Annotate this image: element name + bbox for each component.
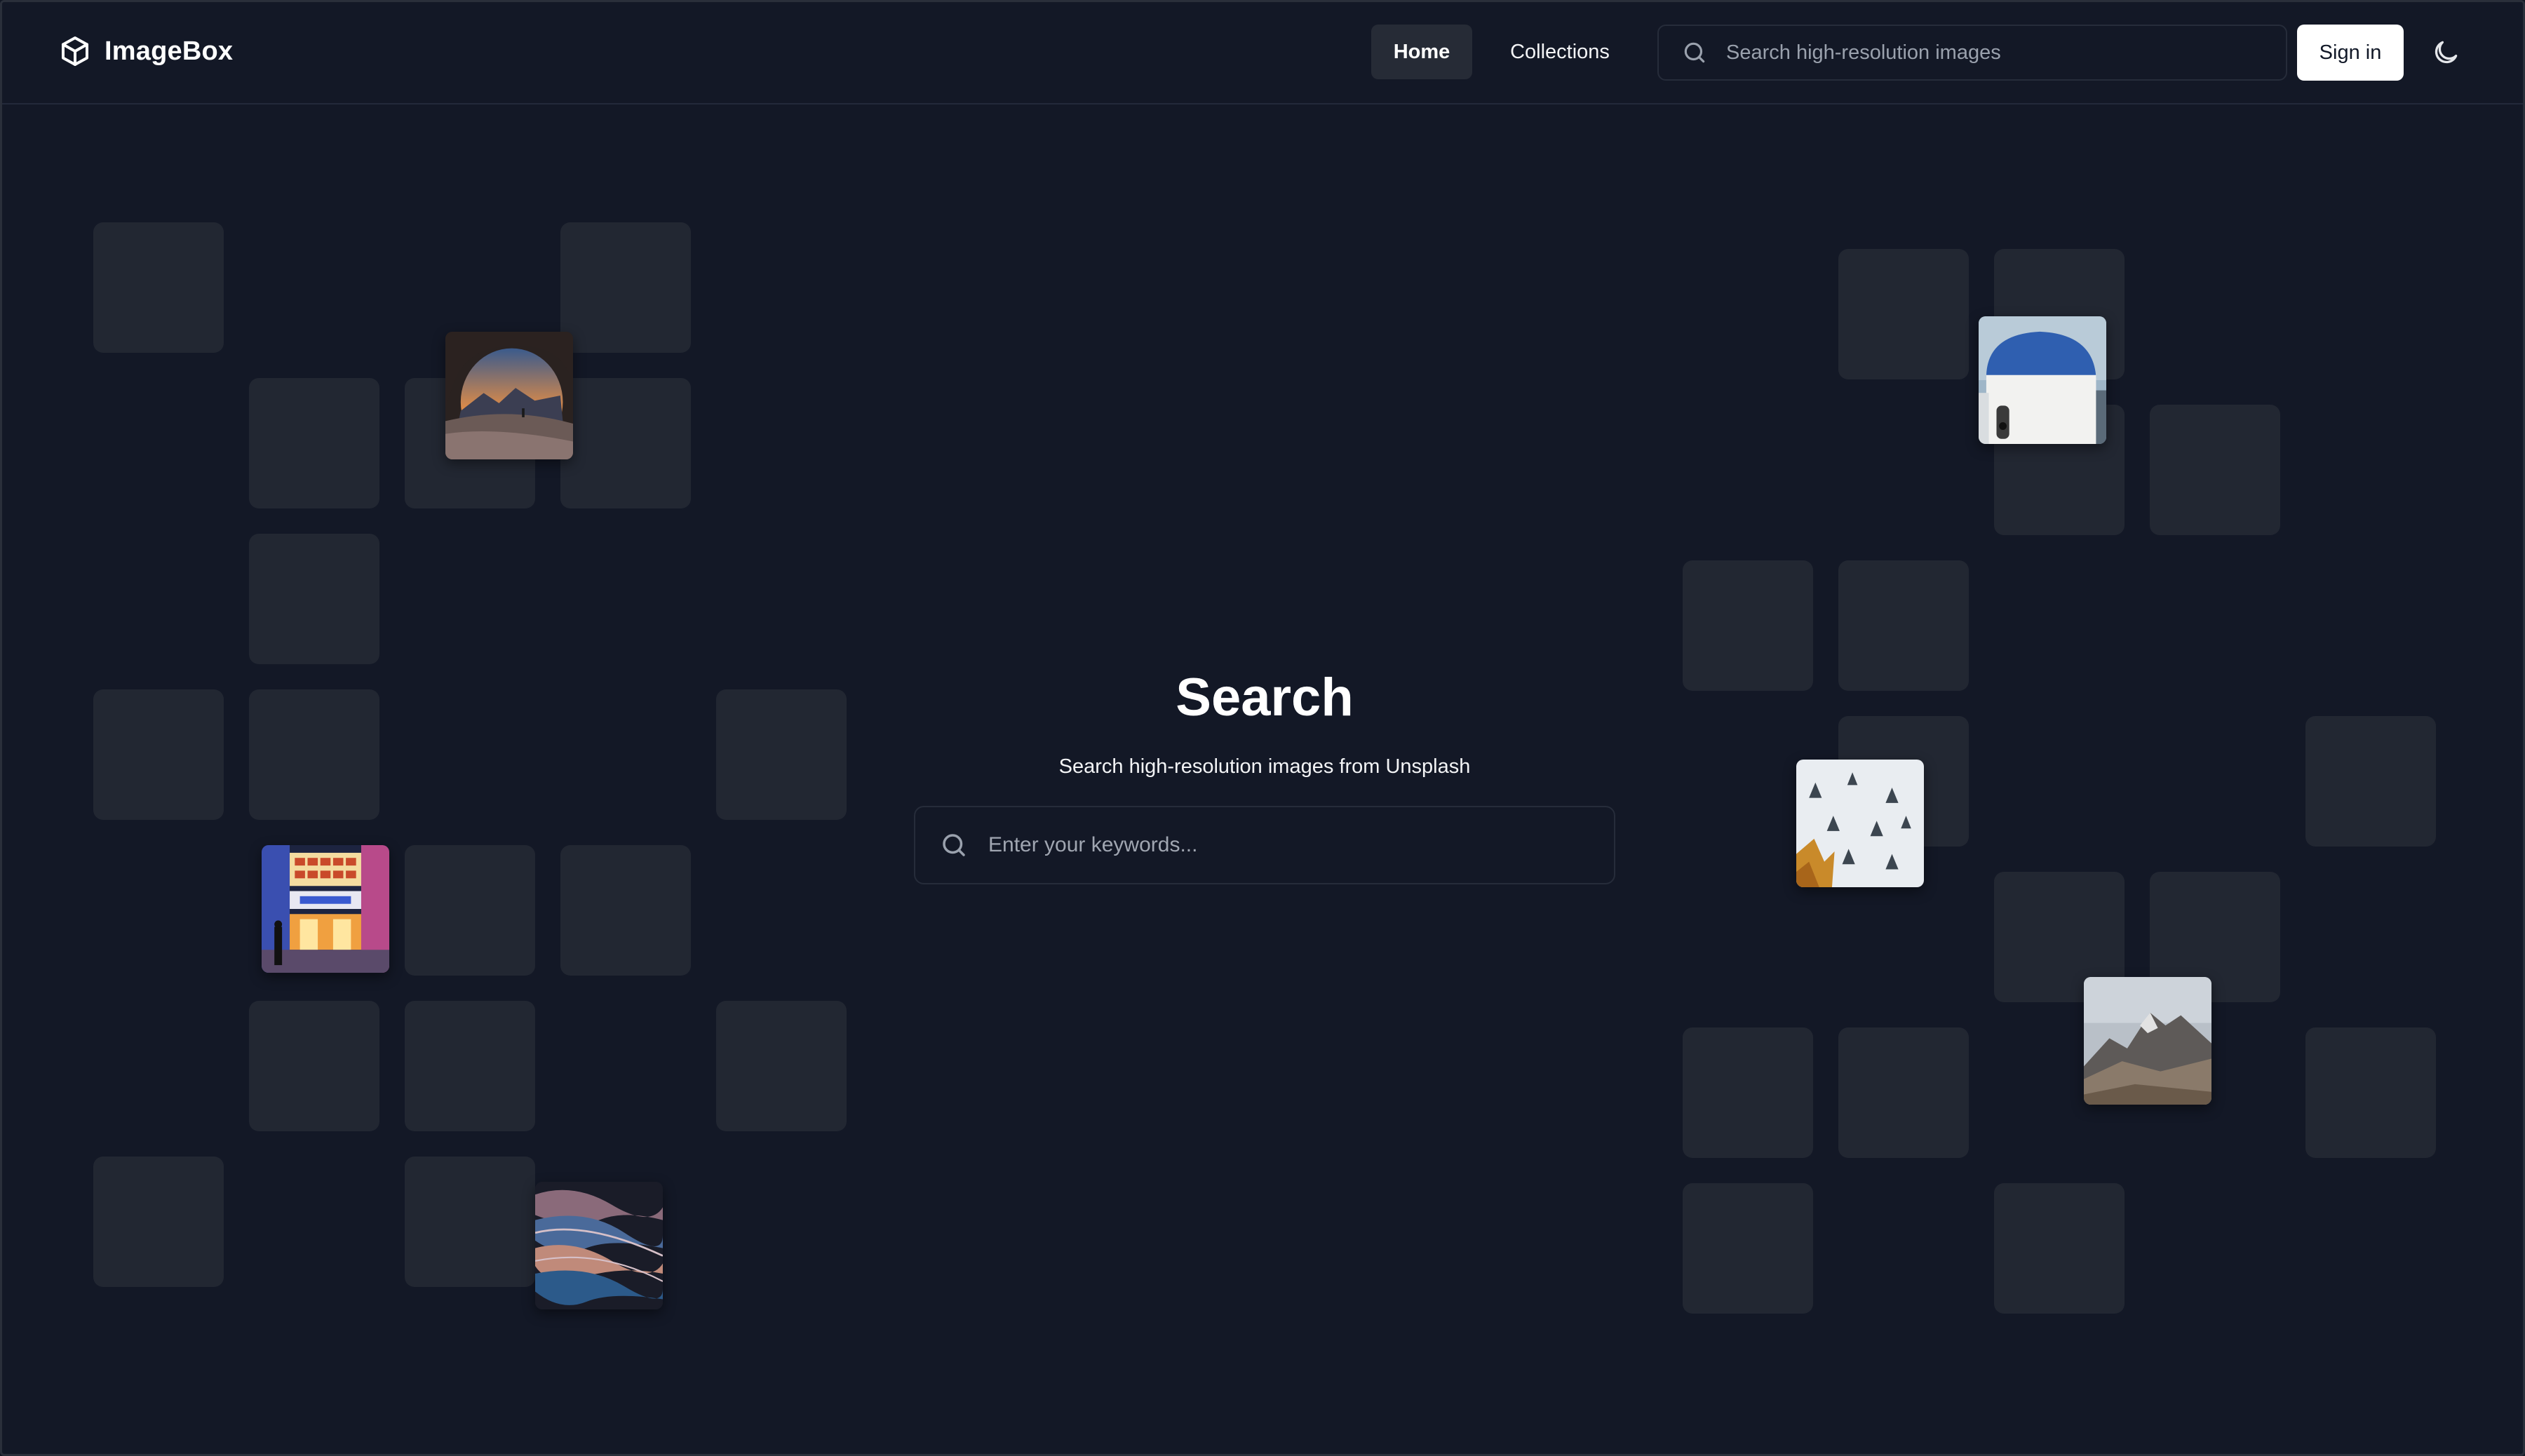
placeholder-tile: [93, 1157, 224, 1287]
photo-neon-storefront[interactable]: [262, 845, 389, 973]
placeholder-tile: [1994, 1183, 2125, 1314]
header-search-input[interactable]: [1726, 41, 2286, 65]
moon-icon: [2435, 41, 2458, 64]
photo-mountain-peaks[interactable]: [2084, 977, 2211, 1105]
brand-logo[interactable]: ImageBox: [58, 34, 233, 68]
placeholder-tile: [405, 1157, 535, 1287]
placeholder-tile: [560, 378, 691, 508]
photo-snowy-forest[interactable]: [1796, 760, 1924, 887]
placeholder-tile: [405, 1001, 535, 1131]
placeholder-tile: [249, 1001, 379, 1131]
brand-name: ImageBox: [105, 36, 234, 66]
placeholder-tile: [2150, 405, 2280, 535]
placeholder-tile: [1683, 1027, 1813, 1158]
placeholder-tile: [249, 534, 379, 664]
hero-search-input[interactable]: [988, 833, 1614, 857]
hero-title: Search: [1176, 668, 1354, 727]
header-search-bar[interactable]: [1657, 25, 2287, 81]
placeholder-tile: [560, 222, 691, 353]
sign-in-button[interactable]: Sign in: [2297, 25, 2404, 81]
hero-search-bar[interactable]: [914, 806, 1615, 884]
placeholder-tile: [2305, 1027, 2436, 1158]
placeholder-tile: [93, 222, 224, 353]
placeholder-tile: [1838, 249, 1969, 379]
placeholder-tile: [560, 845, 691, 976]
placeholder-tile: [1683, 1183, 1813, 1314]
top-navbar: ImageBox Home Collections Sign in: [2, 2, 2523, 105]
photo-cave-landscape[interactable]: [445, 332, 573, 459]
nav-home[interactable]: Home: [1371, 25, 1472, 79]
cube-icon: [62, 36, 88, 66]
placeholder-tile: [1838, 1027, 1969, 1158]
hero-subtitle: Search high-resolution images from Unspl…: [1058, 755, 1471, 778]
search-icon: [943, 834, 965, 856]
photo-blue-dome[interactable]: [1979, 316, 2106, 444]
photo-abstract-waves[interactable]: [535, 1182, 663, 1309]
placeholder-tile: [249, 378, 379, 508]
placeholder-tile: [2305, 716, 2436, 847]
theme-toggle-button[interactable]: [2425, 32, 2467, 74]
placeholder-tile: [716, 1001, 847, 1131]
placeholder-tile: [405, 845, 535, 976]
search-icon: [1684, 42, 1705, 63]
app-window: ImageBox Home Collections Sign in: [0, 0, 2525, 1456]
nav-collections[interactable]: Collections: [1488, 25, 1632, 79]
